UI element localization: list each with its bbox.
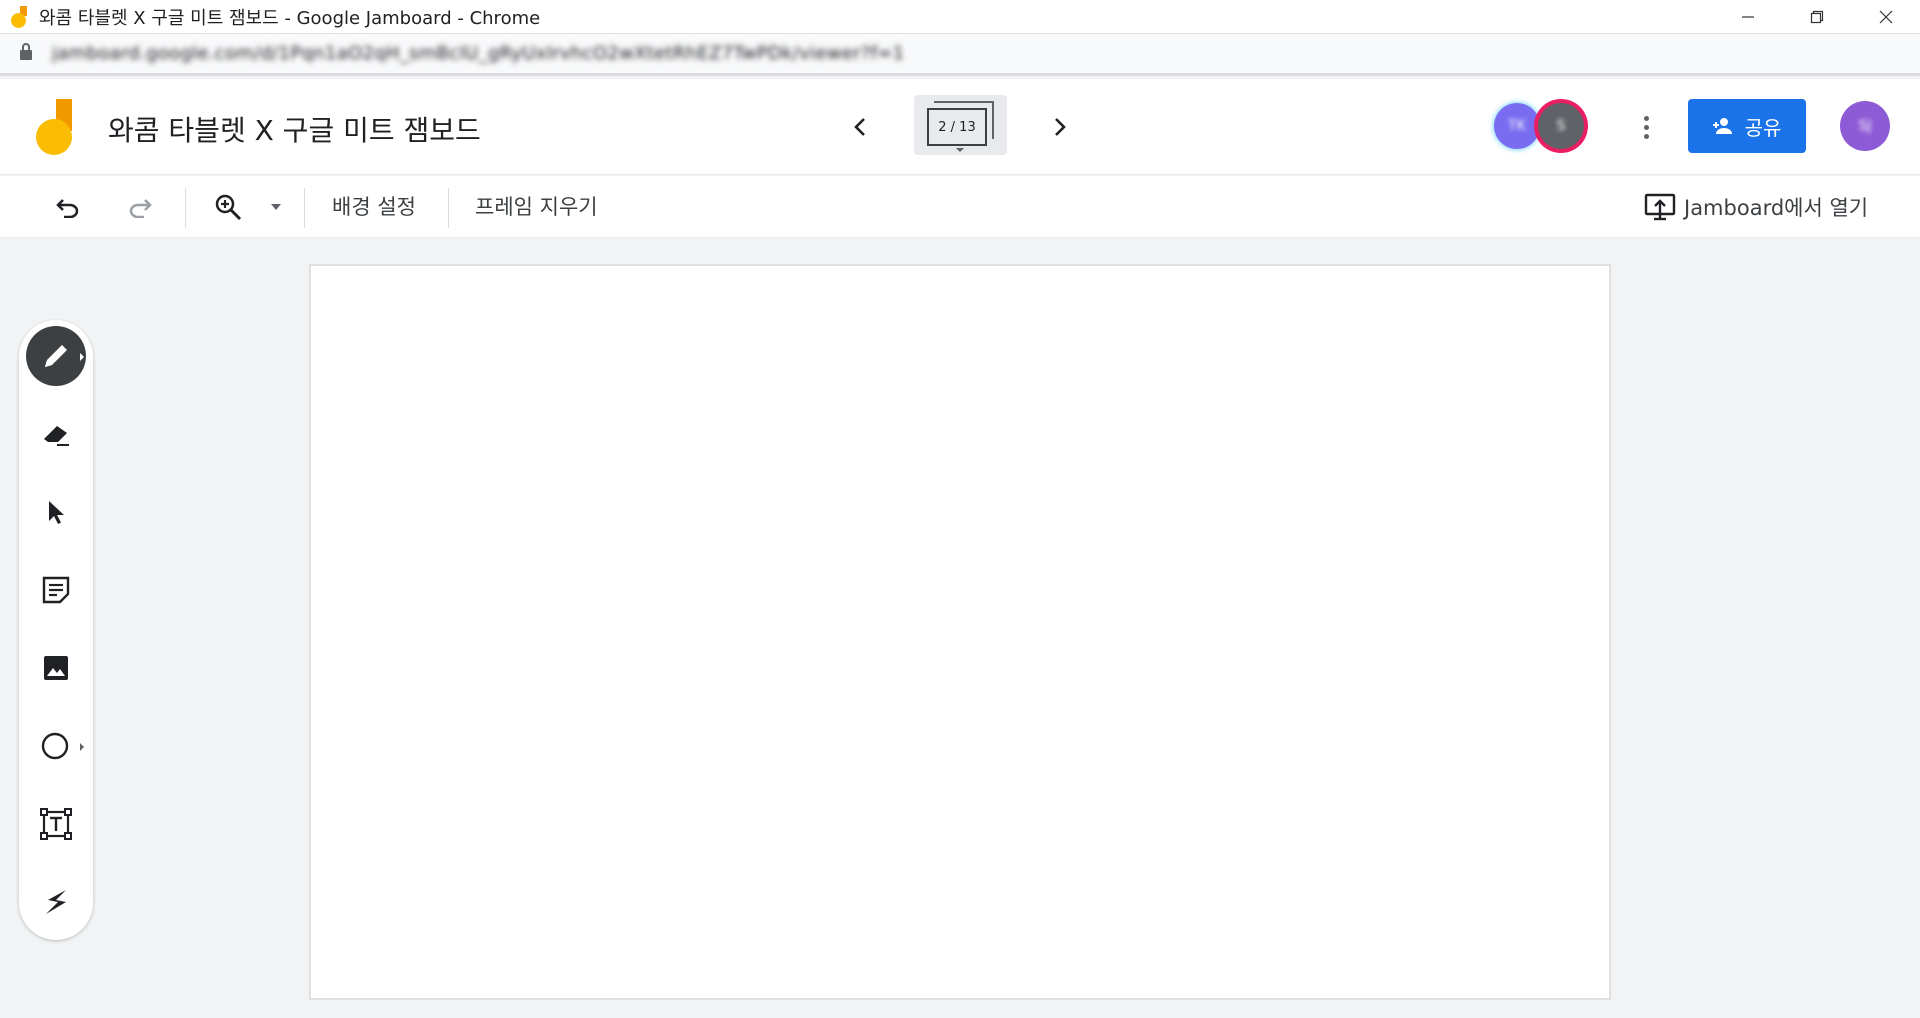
jamboard-logo[interactable] <box>36 99 74 155</box>
next-frame-button[interactable] <box>1042 109 1078 145</box>
open-in-jamboard-label: Jamboard에서 열기 <box>1684 196 1869 220</box>
zoom-button[interactable] <box>210 189 246 225</box>
frame-counter: 2 / 13 <box>938 119 976 135</box>
account-avatar[interactable]: SJ <box>1840 101 1890 151</box>
select-arrow-icon <box>49 501 64 524</box>
collaborator-avatar[interactable]: S <box>1538 103 1584 149</box>
share-label: 공유 <box>1744 115 1782 140</box>
clear-frame-button[interactable]: 프레임 지우기 <box>475 191 598 221</box>
document-title[interactable]: 와콤 타블렛 X 구글 미트 잼보드 <box>108 109 481 149</box>
jamboard-favicon-icon <box>11 5 29 28</box>
undo-icon <box>56 199 79 218</box>
redo-icon <box>129 199 152 218</box>
circle-shape-icon <box>41 732 69 760</box>
set-background-button[interactable]: 배경 설정 <box>332 191 416 221</box>
zoom-in-icon <box>215 194 242 221</box>
pen-tool-button[interactable] <box>26 326 86 386</box>
frame-bar-toggle[interactable]: 2 / 13 <box>914 95 1007 155</box>
open-in-app-icon <box>1644 193 1676 221</box>
lock-icon[interactable] <box>20 42 32 60</box>
eraser-tool-button[interactable] <box>26 404 86 464</box>
redo-button[interactable] <box>122 189 158 225</box>
caret-down-icon <box>956 148 964 152</box>
jamboard-canvas-frame[interactable] <box>309 264 1611 1000</box>
sticky-note-tool-button[interactable] <box>26 560 86 620</box>
image-tool-button[interactable] <box>26 638 86 698</box>
more-vert-icon <box>1643 115 1649 121</box>
person-add-icon <box>1712 118 1732 134</box>
restore-button[interactable] <box>1782 0 1851 34</box>
text-box-icon <box>40 808 72 840</box>
caret-down-icon <box>271 204 281 210</box>
app-header: 와콤 타블렛 X 구글 미트 잼보드 2 / 13 TK S 공유 SJ <box>0 79 1920 175</box>
laser-tool-button[interactable] <box>26 872 86 932</box>
pen-icon <box>45 345 67 367</box>
window-title: 와콤 타블렛 X 구글 미트 잼보드 - Google Jamboard - C… <box>39 7 541 29</box>
open-in-jamboard-button[interactable]: Jamboard에서 열기 <box>1644 189 1868 225</box>
sticky-note-icon <box>42 576 70 604</box>
laser-icon <box>46 890 66 914</box>
image-icon <box>44 656 68 680</box>
editing-toolbar: 배경 설정 프레임 지우기 Jamboard에서 열기 <box>0 176 1920 238</box>
browser-title-bar: 와콤 타블렛 X 구글 미트 잼보드 - Google Jamboard - C… <box>0 0 1920 34</box>
minimize-button[interactable] <box>1713 0 1782 34</box>
text-box-tool-button[interactable] <box>26 794 86 854</box>
collaborator-avatar[interactable]: TK <box>1494 103 1540 149</box>
share-button[interactable]: 공유 <box>1688 99 1806 153</box>
chevron-right-icon <box>1055 118 1066 136</box>
eraser-icon <box>44 426 69 446</box>
collaborator-avatars: TK S <box>1494 103 1588 151</box>
select-tool-button[interactable] <box>26 482 86 542</box>
tool-panel <box>19 320 93 940</box>
shape-tool-button[interactable] <box>26 716 86 776</box>
previous-frame-button[interactable] <box>842 109 878 145</box>
undo-button[interactable] <box>50 189 86 225</box>
toolbar-divider <box>448 188 449 228</box>
url-text[interactable]: jamboard.google.com/d/1Pqn1aO2qH_smBcIU_… <box>52 43 905 64</box>
address-bar[interactable]: jamboard.google.com/d/1Pqn1aO2qH_smBcIU_… <box>0 34 1920 76</box>
toolbar-divider <box>185 188 186 228</box>
chevron-left-icon <box>854 118 865 136</box>
zoom-dropdown-button[interactable] <box>264 189 288 225</box>
more-options-button[interactable] <box>1628 107 1664 147</box>
close-button[interactable] <box>1851 0 1920 34</box>
toolbar-divider <box>304 188 305 228</box>
window-controls <box>1713 0 1920 34</box>
